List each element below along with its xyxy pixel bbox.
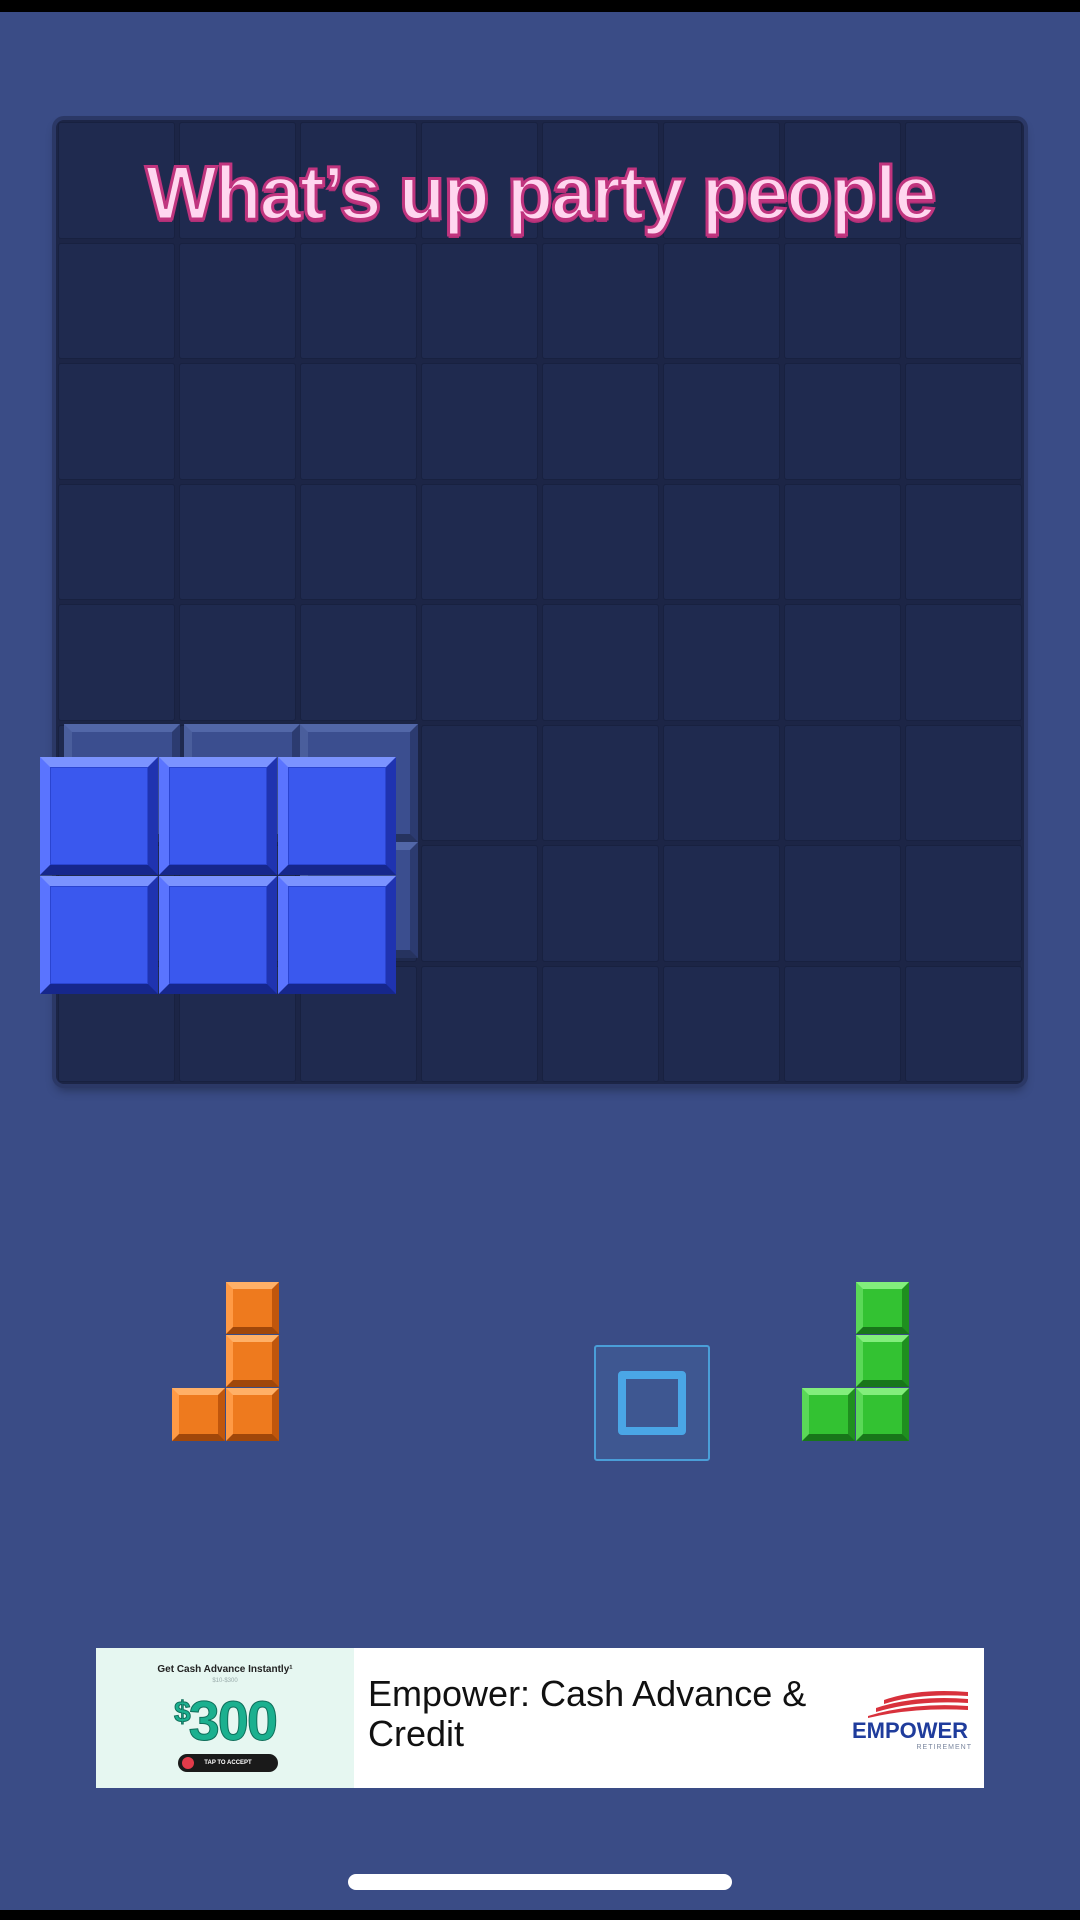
board-cell[interactable] xyxy=(663,724,780,841)
blue-block xyxy=(278,876,396,994)
board-cell[interactable] xyxy=(784,724,901,841)
board-cell[interactable] xyxy=(784,483,901,600)
board-cell[interactable] xyxy=(58,363,175,480)
ad-subline-small: $10-$300 xyxy=(212,1678,238,1684)
ad-title: Empower: Cash Advance & Credit xyxy=(368,1673,807,1754)
board-cell[interactable] xyxy=(663,483,780,600)
board-cell[interactable] xyxy=(300,363,417,480)
ad-amount: $300 xyxy=(96,1688,354,1753)
board-cell[interactable] xyxy=(179,363,296,480)
board-cell[interactable] xyxy=(542,604,659,721)
square-outline-inner xyxy=(618,1371,686,1435)
orange-block xyxy=(226,1335,279,1387)
board-cell[interactable] xyxy=(542,845,659,962)
board-cell[interactable] xyxy=(542,242,659,359)
board-cell[interactable] xyxy=(905,363,1022,480)
board-cell[interactable] xyxy=(58,483,175,600)
board-cell[interactable] xyxy=(300,483,417,600)
empower-logo: EMPOWER RETIREMENT xyxy=(848,1686,976,1756)
orange-block xyxy=(226,1388,279,1441)
board-cell[interactable] xyxy=(663,965,780,1082)
flag-stripes-icon xyxy=(868,1691,968,1718)
board-cell[interactable] xyxy=(905,845,1022,962)
board-cell[interactable] xyxy=(421,483,538,600)
orange-block xyxy=(226,1282,279,1334)
board-cell[interactable] xyxy=(784,845,901,962)
orange-block xyxy=(172,1388,225,1441)
board-cell[interactable] xyxy=(784,363,901,480)
square-outline-icon[interactable] xyxy=(594,1345,710,1461)
board-cell[interactable] xyxy=(905,965,1022,1082)
play-icon xyxy=(182,1757,194,1769)
board-cell[interactable] xyxy=(421,965,538,1082)
blue-block xyxy=(40,757,158,875)
board-cell[interactable] xyxy=(905,604,1022,721)
board-cell[interactable] xyxy=(542,363,659,480)
board-cell[interactable] xyxy=(784,965,901,1082)
ad-headline-small: Get Cash Advance Instantly¹ xyxy=(157,1664,293,1675)
ad-amount-symbol: $ xyxy=(173,1696,191,1730)
ad-brand: EMPOWER xyxy=(851,1718,969,1743)
board-cell[interactable] xyxy=(905,724,1022,841)
board-cell[interactable] xyxy=(421,604,538,721)
board-cell[interactable] xyxy=(421,242,538,359)
status-bar xyxy=(0,0,1080,12)
board-cell[interactable] xyxy=(179,483,296,600)
board-cell[interactable] xyxy=(542,965,659,1082)
board-cell[interactable] xyxy=(179,242,296,359)
board-cell[interactable] xyxy=(663,363,780,480)
green-block xyxy=(802,1388,855,1441)
board-cell[interactable] xyxy=(663,242,780,359)
green-block xyxy=(856,1335,909,1387)
video-caption: What’s up party people xyxy=(144,150,938,238)
blue-block xyxy=(40,876,158,994)
board-cell[interactable] xyxy=(300,604,417,721)
board-cell[interactable] xyxy=(300,242,417,359)
board-cell[interactable] xyxy=(784,604,901,721)
board-cell[interactable] xyxy=(542,724,659,841)
board-cell[interactable] xyxy=(58,604,175,721)
board-cell[interactable] xyxy=(421,363,538,480)
ad-brand-sub: RETIREMENT xyxy=(916,1744,972,1751)
board-cell[interactable] xyxy=(421,845,538,962)
board-cell[interactable] xyxy=(905,242,1022,359)
ad-creative: Get Cash Advance Instantly¹ $10-$300 $30… xyxy=(96,1648,354,1788)
ad-amount-value: 300 xyxy=(188,1689,278,1753)
ad-tap-label: TAP TO ACCEPT xyxy=(204,1760,252,1766)
board-cell[interactable] xyxy=(784,242,901,359)
board-cell[interactable] xyxy=(179,604,296,721)
board-cell[interactable] xyxy=(542,483,659,600)
board-cell[interactable] xyxy=(58,242,175,359)
board-cell[interactable] xyxy=(663,845,780,962)
green-block xyxy=(856,1388,909,1441)
ad-banner[interactable]: Get Cash Advance Instantly¹ $10-$300 $30… xyxy=(96,1648,984,1788)
ad-tap-button[interactable]: TAP TO ACCEPT xyxy=(178,1754,278,1772)
blue-block xyxy=(159,876,277,994)
blue-block xyxy=(159,757,277,875)
board-cell[interactable] xyxy=(905,483,1022,600)
green-block xyxy=(856,1282,909,1334)
home-indicator[interactable] xyxy=(348,1874,732,1890)
board-cell[interactable] xyxy=(663,604,780,721)
bottom-bar xyxy=(0,1910,1080,1920)
board-cell[interactable] xyxy=(421,724,538,841)
blue-block xyxy=(278,757,396,875)
